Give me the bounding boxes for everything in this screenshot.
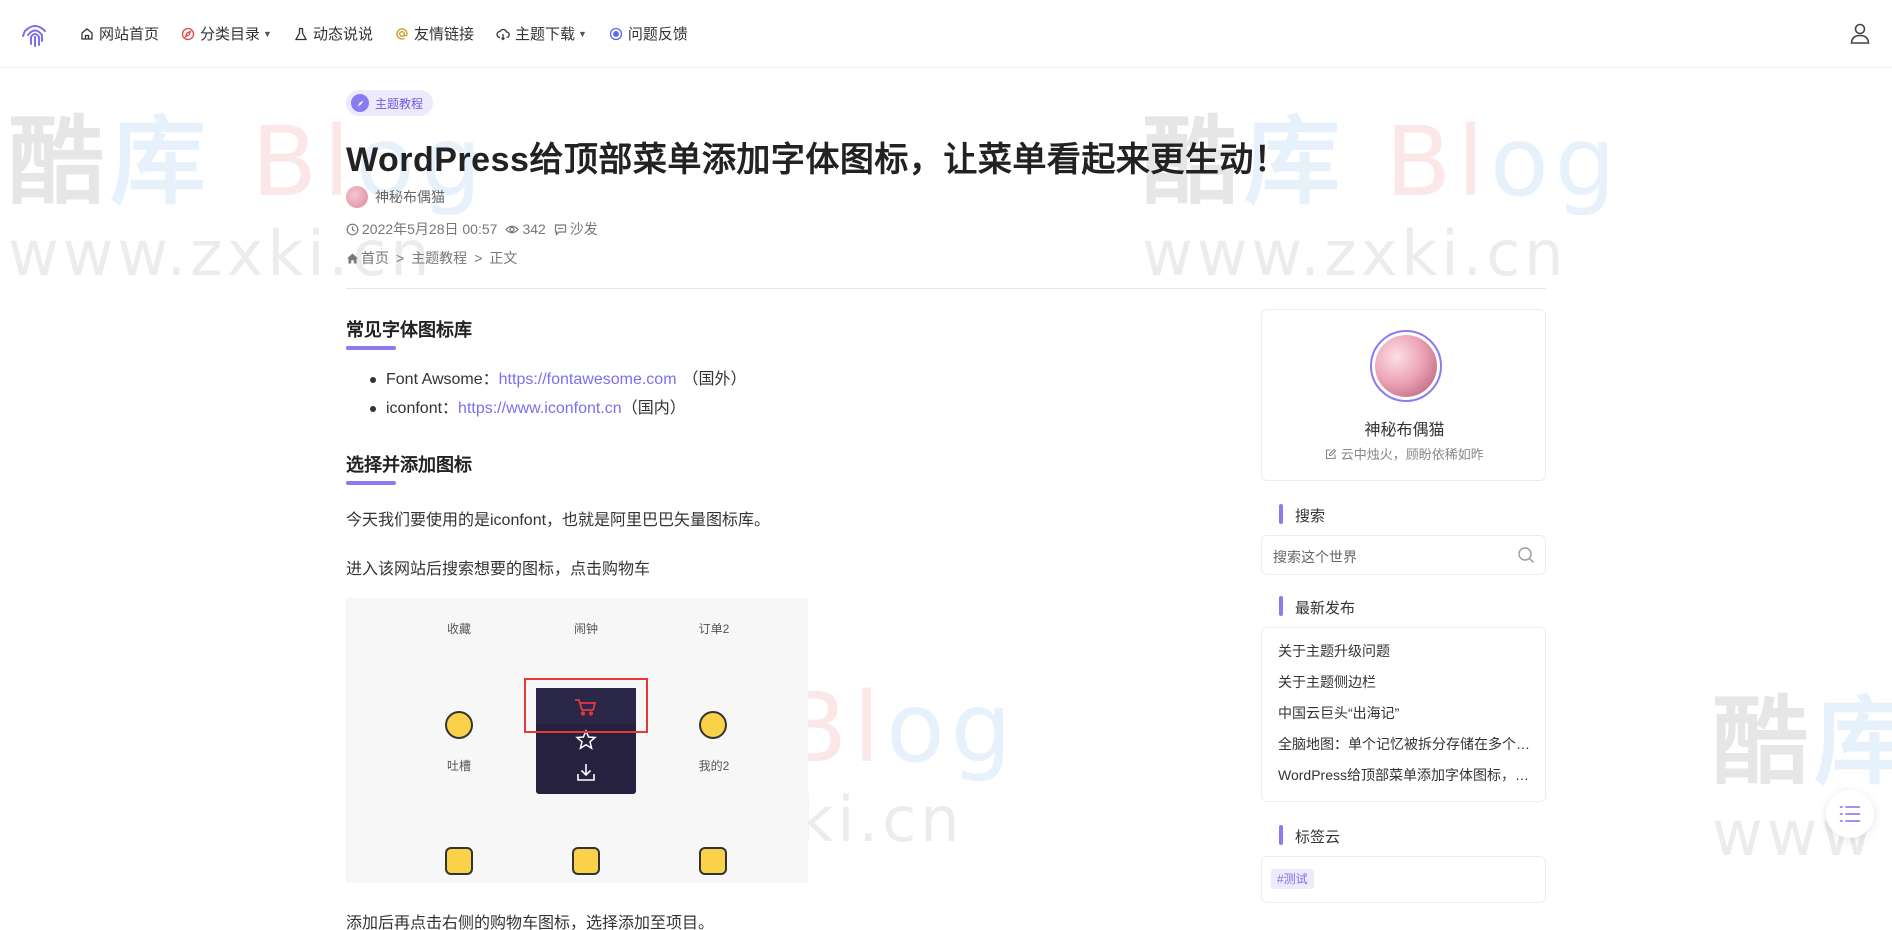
search-box[interactable]: 搜索这个世界	[1261, 535, 1546, 575]
view-count: 342	[505, 221, 546, 237]
image-label: 收藏	[446, 622, 471, 636]
emoji-icon	[699, 711, 727, 739]
recent-post-link[interactable]: 全脑地图：单个记忆被拆分存储在多个脑区	[1278, 734, 1533, 754]
compass-icon	[181, 27, 195, 40]
search-icon[interactable]	[1517, 546, 1535, 564]
nav-item-home[interactable]: 网站首页	[80, 23, 159, 44]
recent-post-link[interactable]: 关于主题侧边栏	[1278, 672, 1533, 692]
paragraph: 添加后再点击右侧的购物车图标，选择添加至项目。	[346, 915, 715, 930]
image-label: 吐槽	[446, 759, 471, 773]
list-item: iconfont：https://www.iconfont.cn（国内）	[370, 394, 747, 423]
watermark: 酷库 Blog www.zxki.cn	[1142, 106, 1622, 290]
main-nav: 网站首页 分类目录 ▼ 动态说说 友情链接 主题下载 ▼ 问题反馈	[80, 23, 688, 44]
table-of-contents-button[interactable]	[1826, 790, 1874, 838]
paragraph: 进入该网站后搜索想要的图标，点击购物车	[346, 561, 651, 578]
nav-item-label: 动态说说	[312, 26, 373, 43]
search-input[interactable]: 搜索这个世界	[1273, 547, 1357, 567]
emoji-icon	[699, 847, 727, 875]
profile-avatar[interactable]	[1370, 330, 1442, 402]
nav-item-friend-links[interactable]: 友情链接	[395, 23, 474, 44]
profile-name[interactable]: 神秘布偶猫	[1262, 416, 1547, 440]
nav-item-label: 网站首页	[99, 26, 160, 43]
eye-icon	[505, 225, 520, 233]
author-row: 神秘布偶猫	[346, 186, 445, 208]
nav-item-label: 主题下载	[514, 26, 575, 43]
clock-icon	[346, 223, 359, 235]
breadcrumb-home[interactable]: 首页	[361, 248, 389, 268]
list-icon	[1839, 806, 1861, 822]
profile-card: 神秘布偶猫 云中烛火，顾盼依稀如昨	[1261, 309, 1546, 481]
recent-post-link[interactable]: 中国云巨头“出海记”	[1278, 703, 1533, 723]
emoji-icon	[445, 847, 473, 875]
nav-item-label: 分类目录	[200, 26, 261, 43]
tag-chip[interactable]: #测试	[1271, 869, 1314, 889]
meta-row: 2022年5月28日 00:57 342 沙发	[346, 219, 598, 239]
caret-down-icon: ▼	[263, 28, 272, 39]
highlight-box	[524, 678, 648, 733]
post-date: 2022年5月28日 00:57	[346, 219, 497, 239]
flask-icon	[294, 27, 308, 40]
user-icon[interactable]	[1848, 21, 1872, 45]
tags-section-title: 标签云	[1279, 825, 1340, 847]
image-label: 我的2	[698, 759, 730, 773]
category-label: 主题教程	[375, 96, 424, 111]
iconfont-link[interactable]: https://www.iconfont.cn	[458, 400, 622, 417]
article-image: 收藏 闹钟 订单2 吐槽 我的2	[346, 598, 808, 883]
category-tag[interactable]: 主题教程	[346, 90, 434, 116]
comment-icon	[554, 223, 566, 236]
edit-icon	[1326, 448, 1337, 460]
compass-icon	[351, 94, 369, 112]
icon-library-list: Font Awsome：https://fontawesome.com （国外） …	[370, 365, 747, 423]
recent-post-link[interactable]: 关于主题升级问题	[1278, 641, 1533, 661]
profile-description: 云中烛火，顾盼依稀如昨	[1262, 444, 1547, 463]
recent-post-link[interactable]: WordPress给顶部菜单添加字体图标，让菜单看起来更生动！	[1278, 765, 1533, 785]
breadcrumb-category[interactable]: 主题教程	[411, 248, 467, 268]
image-label: 闹钟	[573, 622, 598, 636]
caret-down-icon: ▼	[578, 28, 587, 39]
top-navbar: 网站首页 分类目录 ▼ 动态说说 友情链接 主题下载 ▼ 问题反馈	[0, 0, 1892, 68]
section-heading: 常见字体图标库	[346, 316, 472, 350]
emoji-icon	[445, 711, 473, 739]
author-name[interactable]: 神秘布偶猫	[375, 187, 445, 207]
cloud-download-icon	[496, 28, 510, 40]
tag-cloud: #测试	[1261, 856, 1546, 903]
breadcrumb: 首页 > 主题教程 > 正文	[346, 248, 517, 268]
watermark: 酷库 www	[1712, 686, 1892, 870]
mail-icon	[572, 847, 600, 875]
nav-item-label: 友情链接	[413, 26, 474, 43]
author-avatar[interactable]	[346, 186, 368, 208]
recent-section-title: 最新发布	[1279, 596, 1355, 618]
home-icon	[81, 27, 93, 40]
section-heading: 选择并添加图标	[346, 451, 472, 485]
at-icon	[396, 27, 408, 40]
nav-item-theme-download[interactable]: 主题下载 ▼	[496, 23, 587, 44]
feedback-icon	[609, 27, 623, 40]
list-item: Font Awsome：https://fontawesome.com （国外）	[370, 365, 747, 394]
article-title: WordPress给顶部菜单添加字体图标，让菜单看起来更生动！	[346, 141, 1289, 179]
fontawesome-link[interactable]: https://fontawesome.com	[499, 371, 677, 388]
comment-count[interactable]: 沙发	[554, 219, 598, 239]
download-icon	[577, 764, 595, 781]
divider	[346, 288, 1546, 289]
nav-item-label: 问题反馈	[627, 26, 688, 43]
fingerprint-logo-icon[interactable]	[20, 19, 50, 49]
paragraph: 今天我们要使用的是iconfont，也就是阿里巴巴矢量图标库。	[346, 512, 771, 529]
image-label: 订单2	[698, 622, 730, 636]
nav-item-feedback[interactable]: 问题反馈	[609, 23, 688, 44]
breadcrumb-current: 正文	[489, 250, 518, 266]
nav-item-moments[interactable]: 动态说说	[294, 23, 373, 44]
search-section-title: 搜索	[1279, 504, 1325, 526]
nav-item-categories[interactable]: 分类目录 ▼	[181, 23, 272, 44]
home-icon	[347, 253, 358, 263]
recent-posts-list: 关于主题升级问题 关于主题侧边栏 中国云巨头“出海记” 全脑地图：单个记忆被拆分…	[1261, 627, 1546, 802]
